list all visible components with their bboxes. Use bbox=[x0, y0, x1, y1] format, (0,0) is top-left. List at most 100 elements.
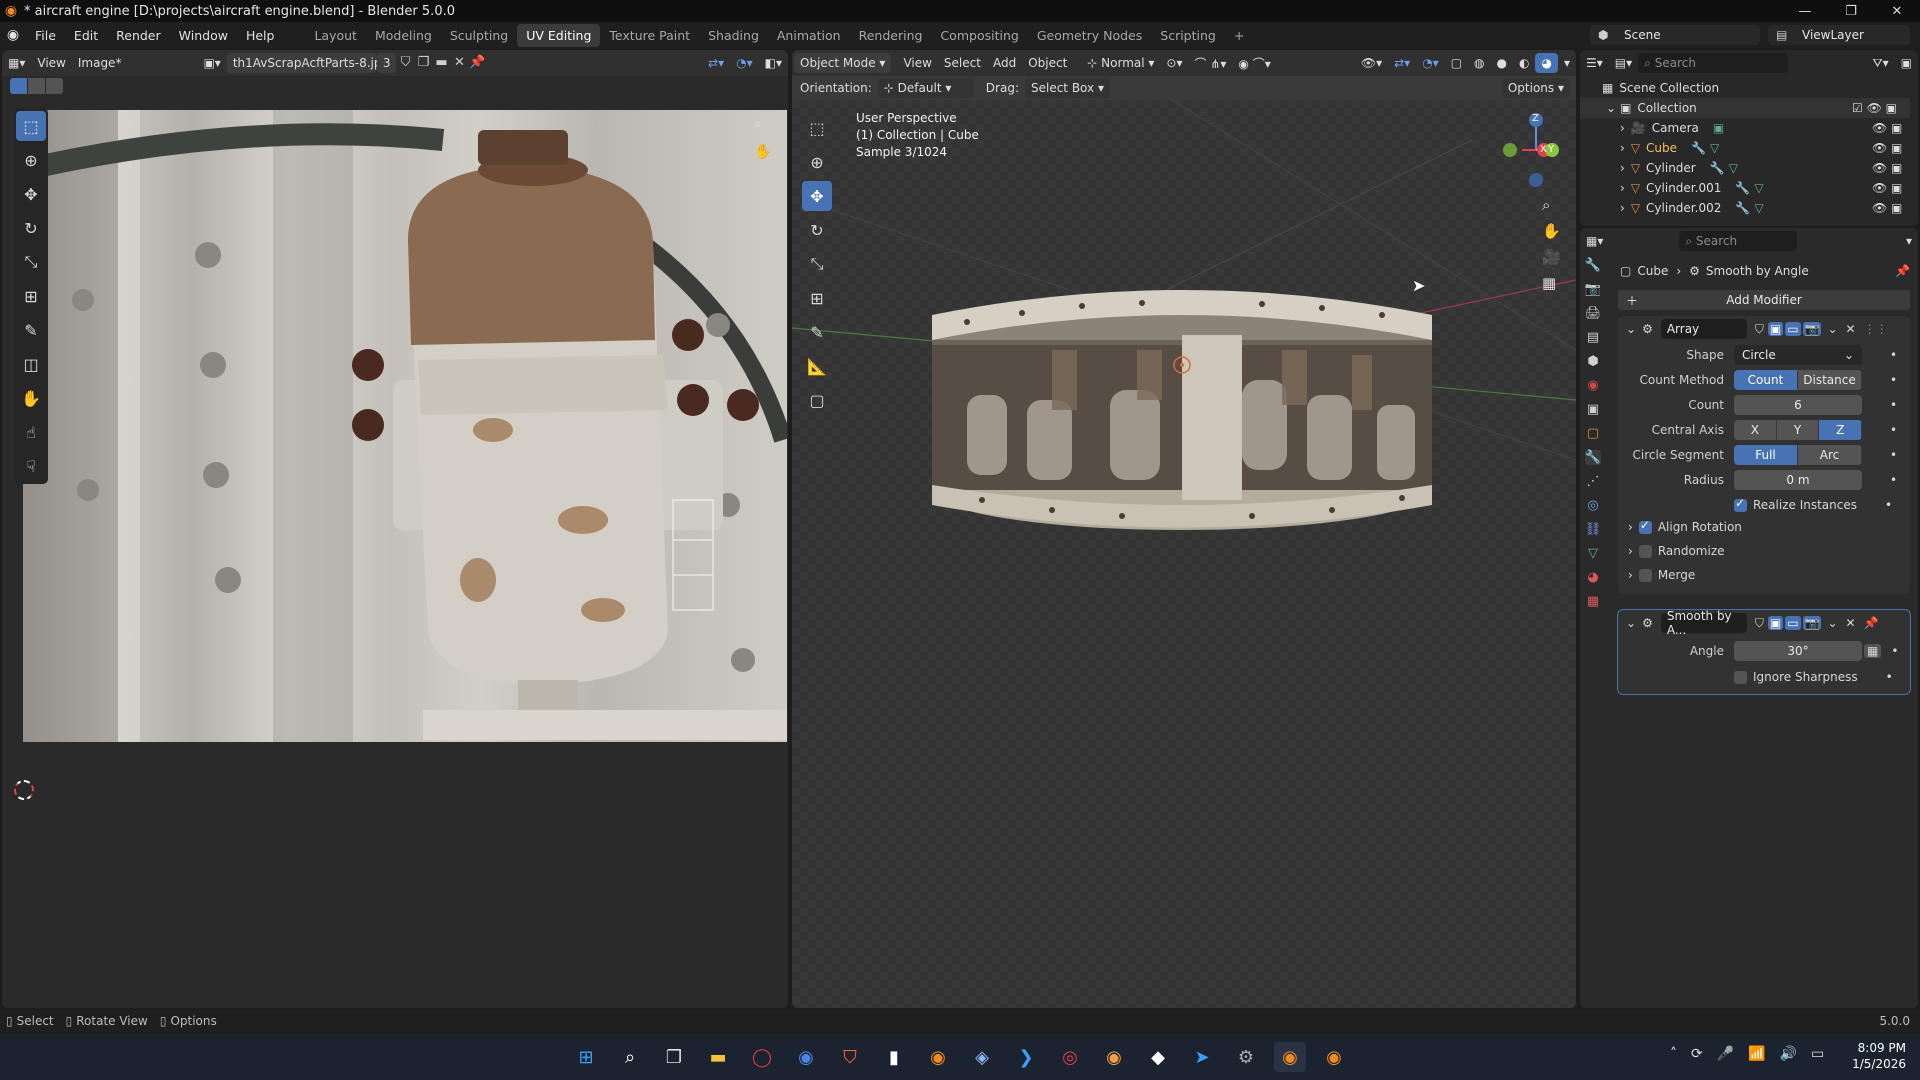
outliner-search-field[interactable]: ⌕ Search bbox=[1638, 53, 1789, 73]
modifier-menu-icon[interactable]: ⌄ bbox=[1827, 322, 1837, 336]
minimize-button[interactable]: — bbox=[1782, 4, 1828, 19]
move-tool-icon[interactable]: ✥ bbox=[16, 179, 46, 209]
node-input-icon[interactable]: ▦ bbox=[1864, 644, 1882, 658]
pivot-point-icon[interactable]: ⊙▾ bbox=[1160, 53, 1188, 73]
outliner-item-cylinder-001[interactable]: › ▽ Cylinder.001 🔧 ▽ 👁 ▣ bbox=[1580, 178, 1910, 198]
tab-uv-editing[interactable]: UV Editing bbox=[517, 23, 601, 47]
expand-subpanel-icon[interactable]: › bbox=[1628, 520, 1633, 534]
menu-render[interactable]: Render bbox=[107, 28, 170, 43]
outliner-editor-type-icon[interactable]: ☰▾ bbox=[1580, 53, 1609, 73]
properties-search-field[interactable]: ⌕ Search bbox=[1679, 231, 1798, 251]
rotate-3d-tool-icon[interactable]: ↻ bbox=[802, 215, 832, 245]
pan-view-icon[interactable]: ✋ bbox=[1542, 222, 1561, 240]
cylinder-visibility[interactable]: 👁 ▣ bbox=[1872, 161, 1902, 175]
edit-mode-toggle-icon[interactable]: ⛉ bbox=[1755, 322, 1764, 337]
unlink-image-icon[interactable]: ✕ bbox=[450, 54, 468, 72]
options-dropdown[interactable]: Options ▾ bbox=[1501, 78, 1570, 98]
cursor-3d-tool-icon[interactable]: ⊕ bbox=[802, 147, 832, 177]
viewport-menu-view[interactable]: View bbox=[897, 53, 937, 73]
expand-icon[interactable]: › bbox=[1620, 121, 1625, 135]
axis-x-button[interactable]: X bbox=[1734, 420, 1777, 440]
segment-full-button[interactable]: Full bbox=[1734, 445, 1798, 465]
expand-icon[interactable]: › bbox=[1620, 201, 1625, 215]
select-mode-new-icon[interactable] bbox=[10, 78, 27, 94]
pan-icon[interactable]: ✋ bbox=[754, 144, 771, 160]
expand-icon[interactable]: › bbox=[1620, 181, 1625, 195]
modifier-tab-icon[interactable]: 🔧 bbox=[1584, 450, 1602, 465]
settings-icon[interactable]: ⚙ bbox=[1230, 1042, 1262, 1072]
axis-y-button[interactable]: Y bbox=[1776, 420, 1820, 440]
view-layer-tab-icon[interactable]: ▤ bbox=[1587, 330, 1599, 345]
scene-selector[interactable]: ⬢ Scene bbox=[1590, 25, 1760, 45]
cylinder-002-visibility[interactable]: 👁 ▣ bbox=[1872, 201, 1902, 215]
render-tab-icon[interactable]: 📷 bbox=[1585, 282, 1601, 297]
expand-subpanel-icon[interactable]: › bbox=[1628, 544, 1633, 558]
vscode-icon[interactable]: ❯ bbox=[1010, 1042, 1042, 1072]
maximize-button[interactable]: ❐ bbox=[1828, 4, 1874, 19]
keyframe-dot-icon[interactable]: • bbox=[1890, 423, 1897, 437]
microphone-icon[interactable]: 🎤 bbox=[1717, 1046, 1734, 1062]
camera-view-icon[interactable]: 🎥 bbox=[1542, 248, 1561, 266]
blender-second-icon[interactable]: ◉ bbox=[1318, 1042, 1350, 1072]
uv-sync-icon[interactable]: ⇄▾ bbox=[702, 53, 730, 73]
rotate-tool-icon[interactable]: ↻ bbox=[16, 213, 46, 243]
task-view-icon[interactable]: ❐ bbox=[658, 1042, 690, 1072]
viewport-menu-select[interactable]: Select bbox=[938, 53, 987, 73]
camera-visibility[interactable]: 👁 ▣ bbox=[1872, 121, 1902, 135]
tab-sculpting[interactable]: Sculpting bbox=[441, 24, 517, 47]
drag-handle-icon[interactable]: ⋮⋮ bbox=[1864, 322, 1888, 336]
shading-material-icon[interactable]: ◐ bbox=[1513, 53, 1535, 73]
axis-z-button[interactable]: Z bbox=[1819, 420, 1862, 440]
cage-toggle-icon[interactable]: ▣ bbox=[1767, 322, 1784, 336]
tab-geometry-nodes[interactable]: Geometry Nodes bbox=[1028, 24, 1151, 47]
merge-subpanel[interactable]: › Merge bbox=[1628, 568, 1695, 582]
outliner-item-cylinder-002[interactable]: › ▽ Cylinder.002 🔧 ▽ 👁 ▣ bbox=[1580, 198, 1910, 218]
edit-mode-toggle-icon[interactable]: ⛉ bbox=[1755, 616, 1764, 631]
tool-tab-icon[interactable]: 🔧 bbox=[1585, 258, 1601, 273]
transform-tool-icon[interactable]: ⊞ bbox=[16, 281, 46, 311]
remove-modifier-icon[interactable]: ✕ bbox=[1846, 322, 1856, 336]
keyframe-dot-icon[interactable]: • bbox=[1890, 473, 1897, 487]
move-3d-tool-icon[interactable]: ✥ bbox=[802, 181, 832, 211]
collection-tab-icon[interactable]: ▣ bbox=[1587, 402, 1599, 417]
render-toggle-icon[interactable]: 📷 bbox=[1802, 322, 1822, 336]
ignore-sharpness-checkbox[interactable] bbox=[1734, 670, 1747, 684]
telegram-icon[interactable]: ➤ bbox=[1186, 1042, 1218, 1072]
realize-instances-checkbox[interactable] bbox=[1734, 496, 1747, 512]
object-mode-dropdown[interactable]: Object Mode ▾ bbox=[794, 53, 892, 73]
add-cube-tool-icon[interactable]: ▢ bbox=[802, 385, 832, 415]
keyframe-dot-icon[interactable]: • bbox=[1890, 398, 1897, 412]
snap-icon[interactable]: ⌒ ⋔▾ bbox=[1189, 53, 1233, 73]
select-mode-subtract-icon[interactable] bbox=[46, 78, 63, 94]
display-mode-icon[interactable]: ▤▾ bbox=[1609, 53, 1638, 73]
filter-icon[interactable]: ⛛▾ bbox=[1867, 53, 1895, 73]
cursor-tool-icon[interactable]: ⊕ bbox=[16, 145, 46, 175]
zoom-icon[interactable]: ⌕ bbox=[754, 116, 762, 132]
tab-texture-paint[interactable]: Texture Paint bbox=[600, 24, 699, 47]
orientation-dropdown[interactable]: ⊹ Default ▾ bbox=[877, 78, 974, 98]
viewport-menu-add[interactable]: Add bbox=[987, 53, 1022, 73]
collapse-panel-icon[interactable]: ⌄ bbox=[1626, 322, 1636, 336]
add-workspace-button[interactable]: + bbox=[1225, 24, 1253, 47]
image-overlay-icon[interactable]: ◔▾ bbox=[730, 53, 759, 73]
viewport-menu-object[interactable]: Object bbox=[1022, 53, 1073, 73]
blender-menu-icon[interactable]: ◉ bbox=[0, 27, 26, 43]
outliner-item-cube[interactable]: › ▽ Cube 🔧 ▽ 👁 ▣ bbox=[1580, 138, 1910, 158]
keyframe-dot-icon[interactable]: • bbox=[1891, 644, 1898, 658]
blender-old-icon[interactable]: ◉ bbox=[922, 1042, 954, 1072]
editor-type-icon[interactable]: ▦▾ bbox=[2, 53, 31, 73]
shading-solid-icon[interactable]: ● bbox=[1491, 53, 1513, 73]
tab-shading[interactable]: Shading bbox=[699, 24, 768, 47]
volume-icon[interactable]: 🔊 bbox=[1780, 1046, 1797, 1062]
collapse-panel-icon[interactable]: ⌄ bbox=[1626, 616, 1636, 630]
tab-modeling[interactable]: Modeling bbox=[366, 24, 441, 47]
search-taskbar-icon[interactable]: ⌕ bbox=[614, 1042, 646, 1072]
annotate-tool-icon[interactable]: ✎ bbox=[16, 315, 46, 345]
sync-icon[interactable]: ⟳ bbox=[1691, 1046, 1703, 1062]
battery-icon[interactable]: ▭ bbox=[1811, 1046, 1824, 1062]
particles-tab-icon[interactable]: ⋰ bbox=[1587, 474, 1600, 489]
properties-options-icon[interactable]: ▾ bbox=[1900, 231, 1918, 251]
chrome-icon[interactable]: ◎ bbox=[1054, 1042, 1086, 1072]
viewport-toggle-icon[interactable]: ▭ bbox=[1785, 616, 1801, 630]
smooth-name-field[interactable]: Smooth by A... bbox=[1660, 609, 1747, 637]
